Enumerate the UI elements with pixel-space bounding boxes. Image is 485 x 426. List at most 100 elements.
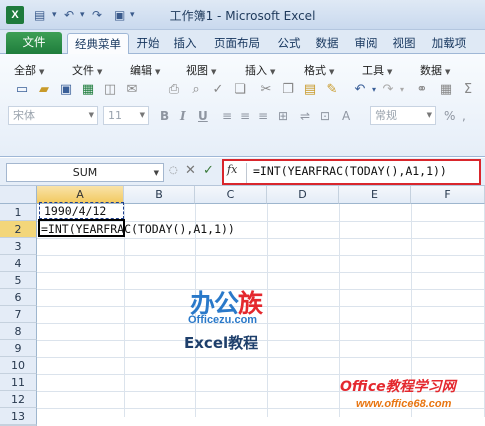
formula-bar: SUM ▼ ◌ ✕ ✓ fx =INT(YEARFRAC(TODAY(),A1,1…: [0, 158, 485, 186]
insert-function-button[interactable]: fx: [227, 163, 237, 176]
row-header-4[interactable]: 4: [0, 255, 37, 272]
menu-format-label: 格式: [304, 64, 326, 77]
column-header-b[interactable]: B: [124, 186, 195, 204]
chevron-down-icon: ▼: [88, 111, 94, 119]
format-painter-icon[interactable]: ✎: [324, 82, 340, 98]
tab-insert[interactable]: 插入: [170, 33, 200, 54]
align-center-icon[interactable]: ≡: [240, 108, 250, 124]
row-header-10[interactable]: 10: [0, 357, 37, 374]
gridline: [37, 238, 485, 239]
column-header-e[interactable]: E: [339, 186, 411, 204]
chevron-down-icon: ▼: [426, 111, 432, 119]
menu-view[interactable]: 视图 ▼: [186, 62, 216, 78]
tab-addins[interactable]: 加载项: [427, 33, 471, 54]
wrap-text-icon[interactable]: ⇌: [300, 108, 310, 124]
row-header-12[interactable]: 12: [0, 391, 37, 408]
open-folder-icon[interactable]: ▰: [36, 82, 52, 98]
menu-file[interactable]: 文件 ▼: [72, 62, 102, 78]
font-size-select[interactable]: 11 ▼: [103, 106, 149, 125]
table-icon[interactable]: ▦: [438, 82, 454, 98]
save-icon[interactable]: ▣: [58, 82, 74, 98]
paste-icon[interactable]: ▤: [302, 82, 318, 98]
tab-formulas[interactable]: 公式: [274, 33, 304, 54]
percent-icon[interactable]: %: [444, 108, 455, 124]
officezu-logo: 办公族 Officezu.com Excel教程: [182, 284, 292, 360]
cancel-formula-button[interactable]: ✕: [185, 164, 196, 178]
excel-icon[interactable]: ▦: [80, 82, 96, 98]
row-header-11[interactable]: 11: [0, 374, 37, 391]
underline-button[interactable]: U: [198, 108, 208, 124]
spelling-icon[interactable]: ✓: [210, 82, 226, 98]
border-icon[interactable]: ⊡: [320, 108, 330, 124]
gridline: [37, 374, 485, 375]
number-format-select[interactable]: 常规 ▼: [370, 106, 436, 125]
cell-a2[interactable]: =INT(YEARFRAC(TODAY(),A1,1)): [41, 221, 235, 238]
row-header-1[interactable]: 1: [0, 204, 37, 221]
enter-formula-button[interactable]: ✓: [203, 164, 214, 178]
tab-page-layout[interactable]: 页面布局: [208, 33, 266, 54]
menu-format[interactable]: 格式 ▼: [304, 62, 334, 78]
cut-icon[interactable]: ✂: [258, 82, 274, 98]
chevron-down-icon: ▼: [387, 68, 393, 76]
tab-file[interactable]: 文件: [6, 32, 62, 54]
email-icon[interactable]: ✉: [124, 82, 140, 98]
cell-a1[interactable]: 1990/4/12: [44, 203, 106, 220]
tab-home[interactable]: 开始: [133, 33, 163, 54]
drag-handle-icon[interactable]: ◌: [169, 164, 178, 178]
align-right-icon[interactable]: ≡: [258, 108, 268, 124]
menu-data-label: 数据: [420, 64, 442, 77]
menu-all[interactable]: 全部 ▼: [14, 62, 44, 78]
sum-icon[interactable]: Σ: [460, 82, 476, 98]
menu-insert[interactable]: 插入 ▼: [245, 62, 275, 78]
select-all-corner[interactable]: [0, 186, 37, 204]
title-bar: X ▤ ▾ ↶ ▾ ↷ ▣ ▾ 工作簿1 - Microsoft Excel: [0, 0, 485, 30]
font-color-icon[interactable]: A: [342, 108, 350, 124]
menu-tools-label: 工具: [362, 64, 384, 77]
menu-tools[interactable]: 工具 ▼: [362, 62, 392, 78]
bold-button[interactable]: B: [160, 108, 169, 124]
menu-insert-label: 插入: [245, 64, 267, 77]
formula-input[interactable]: =INT(YEARFRAC(TODAY(),A1,1)): [253, 164, 447, 178]
number-format-value: 常规: [375, 109, 397, 122]
chevron-down-icon[interactable]: ▾: [394, 82, 410, 98]
new-document-icon[interactable]: ▭: [14, 82, 30, 98]
menu-edit-label: 编辑: [130, 64, 152, 77]
row-header-3[interactable]: 3: [0, 238, 37, 255]
chevron-down-icon: ▼: [97, 68, 103, 76]
tab-data[interactable]: 数据: [312, 33, 342, 54]
menu-data[interactable]: 数据 ▼: [420, 62, 450, 78]
align-left-icon[interactable]: ≡: [222, 108, 232, 124]
tab-view[interactable]: 视图: [389, 33, 419, 54]
font-size-value: 11: [108, 109, 122, 122]
gridline: [37, 255, 485, 256]
tab-review[interactable]: 审阅: [351, 33, 381, 54]
name-box-value: SUM: [72, 166, 98, 179]
permission-icon[interactable]: ◫: [102, 82, 118, 98]
column-header-c[interactable]: C: [195, 186, 267, 204]
menu-edit[interactable]: 编辑 ▼: [130, 62, 160, 78]
gridline: [37, 272, 485, 273]
column-header-d[interactable]: D: [267, 186, 339, 204]
chevron-down-icon: ▼: [153, 169, 159, 177]
merge-center-icon[interactable]: ⊞: [278, 108, 288, 124]
ribbon: 全部 ▼ 文件 ▼ 编辑 ▼ 视图 ▼ 插入 ▼ 格式 ▼ 工具 ▼ 数据 ▼ ▭ ▰ ▣ ▦ …: [0, 54, 485, 157]
row-header-7[interactable]: 7: [0, 306, 37, 323]
print-preview-icon[interactable]: ⌕: [188, 82, 204, 98]
print-icon[interactable]: ⎙: [166, 82, 182, 98]
tab-classic-menu[interactable]: 经典菜单: [67, 33, 129, 54]
classic-menu-row: 全部 ▼ 文件 ▼ 编辑 ▼ 视图 ▼ 插入 ▼ 格式 ▼ 工具 ▼ 数据 ▼: [0, 58, 485, 80]
row-header-5[interactable]: 5: [0, 272, 37, 289]
column-header-f[interactable]: F: [411, 186, 485, 204]
font-family-select[interactable]: 宋体 ▼: [8, 106, 98, 125]
font-toolbar: 宋体 ▼ 11 ▼ B I U ≡ ≡ ≡ ⊞ ⇌ ⊡ A 常规 ▼ % ,: [0, 104, 485, 126]
copy-icon[interactable]: ❐: [280, 82, 296, 98]
italic-button[interactable]: I: [180, 108, 186, 124]
hyperlink-icon[interactable]: ⚭: [414, 82, 430, 98]
row-header-8[interactable]: 8: [0, 323, 37, 340]
row-header-6[interactable]: 6: [0, 289, 37, 306]
research-icon[interactable]: ❏: [232, 82, 248, 98]
row-header-2[interactable]: 2: [0, 221, 37, 238]
name-box[interactable]: SUM ▼: [6, 163, 164, 182]
comma-style-icon[interactable]: ,: [462, 108, 466, 124]
row-header-9[interactable]: 9: [0, 340, 37, 357]
